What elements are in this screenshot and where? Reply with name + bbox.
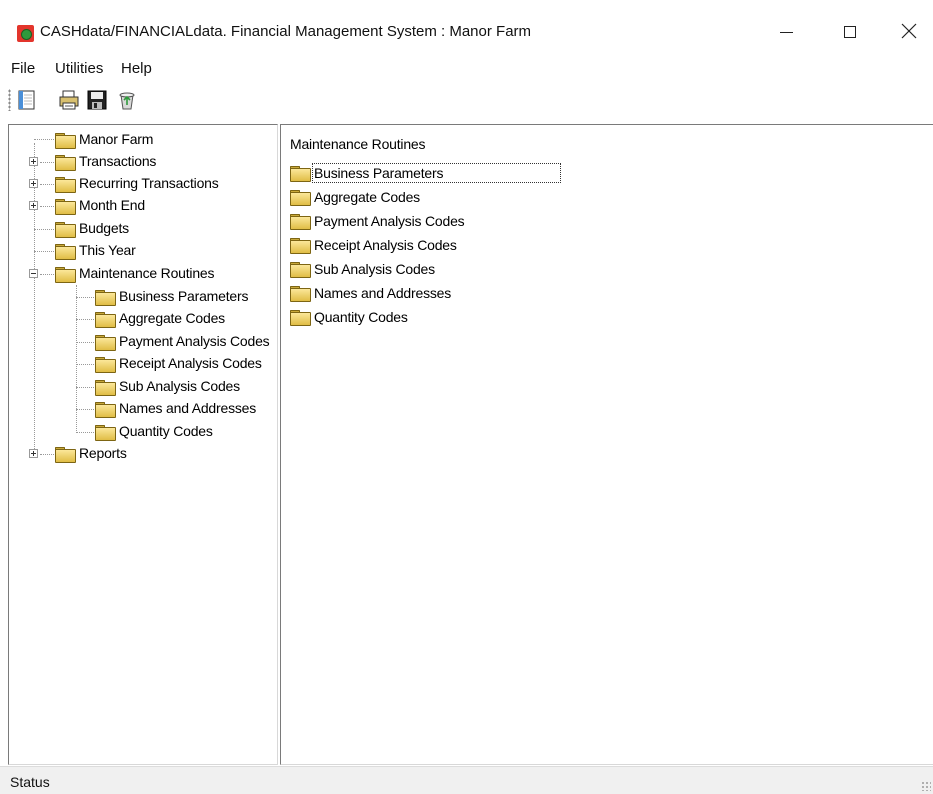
maximize-button[interactable] [827, 15, 873, 49]
save-icon[interactable] [86, 89, 108, 111]
resize-grip-icon[interactable] [921, 781, 931, 791]
tree-connector [34, 143, 35, 455]
list-item-label: Receipt Analysis Codes [314, 237, 457, 253]
close-button[interactable] [886, 15, 932, 49]
tree-connector [40, 184, 54, 185]
toolbar-grip[interactable] [8, 89, 11, 111]
toolbar [0, 83, 933, 119]
tree-connector [76, 285, 77, 433]
folder-icon [95, 335, 116, 351]
tree-connector [76, 409, 94, 410]
tree-connector [40, 274, 54, 275]
folder-icon [55, 199, 76, 215]
status-bar: Status [0, 766, 933, 794]
minimize-icon [780, 32, 793, 33]
folder-icon [95, 402, 116, 418]
folder-icon [290, 238, 311, 254]
list-item-label: Payment Analysis Codes [314, 213, 465, 229]
window-title: CASHdata/FINANCIALdata. Financial Manage… [40, 23, 532, 40]
folder-icon [55, 155, 76, 171]
title-bar: CASHdata/FINANCIALdata. Financial Manage… [0, 0, 933, 56]
folder-icon [290, 166, 311, 182]
folder-icon [290, 214, 311, 230]
expand-month-end-icon[interactable] [29, 201, 38, 210]
tree-item-label: Recurring Transactions [79, 175, 219, 191]
tree-item-label: Names and Addresses [119, 400, 257, 416]
recycle-icon[interactable] [116, 89, 138, 111]
list-item-label: Aggregate Codes [314, 189, 420, 205]
tree-connector [76, 297, 94, 298]
expand-reports-icon[interactable] [29, 449, 38, 458]
folder-icon [290, 190, 311, 206]
status-text: Status [10, 774, 50, 790]
print-icon[interactable] [58, 89, 80, 111]
tree-connector [40, 206, 54, 207]
folder-icon [95, 357, 116, 373]
tree-item-label: Manor Farm [79, 131, 154, 147]
folder-icon [55, 177, 76, 193]
tree-item-label: This Year [79, 242, 136, 258]
maximize-icon [844, 26, 856, 38]
folder-icon [95, 312, 116, 328]
tree-item-label: Receipt Analysis Codes [119, 355, 262, 371]
app-icon[interactable] [17, 25, 34, 42]
list-item-label: Names and Addresses [314, 285, 452, 301]
folder-icon [95, 380, 116, 396]
menu-help[interactable]: Help [121, 60, 152, 77]
navigation-tree[interactable]: Manor Farm Transactions Recurring Transa… [8, 124, 278, 765]
folder-icon [55, 222, 76, 238]
list-item-label: Sub Analysis Codes [314, 261, 435, 277]
close-icon [901, 23, 917, 39]
tree-connector [34, 229, 54, 230]
tree-connector [40, 162, 54, 163]
tree-item-label: Month End [79, 197, 145, 213]
open-folder-icon [55, 267, 76, 283]
menu-utilities[interactable]: Utilities [55, 60, 103, 77]
tree-item-label: Payment Analysis Codes [119, 333, 270, 349]
tree-connector [40, 454, 54, 455]
expand-recurring-transactions-icon[interactable] [29, 179, 38, 188]
folder-icon [290, 310, 311, 326]
new-icon[interactable] [16, 89, 38, 111]
folder-icon [290, 262, 311, 278]
tree-item-label: Transactions [79, 153, 157, 169]
tree-connector [34, 139, 54, 140]
minimize-button[interactable] [764, 15, 810, 49]
list-item-label: Quantity Codes [314, 309, 408, 325]
tree-connector [76, 342, 94, 343]
list-header: Maintenance Routines [290, 136, 426, 152]
tree-item-label: Sub Analysis Codes [119, 378, 240, 394]
tree-item-label: Reports [79, 445, 127, 461]
menu-bar: File Utilities Help [0, 56, 933, 82]
tree-connector [76, 364, 94, 365]
list-item-label: Business Parameters [311, 163, 562, 183]
tree-item-label: Aggregate Codes [119, 310, 225, 326]
tree-item-label: Quantity Codes [119, 423, 213, 439]
folder-icon [95, 425, 116, 441]
tree-connector [76, 432, 94, 433]
menu-file[interactable]: File [11, 60, 35, 77]
tree-item-label: Maintenance Routines [79, 265, 215, 281]
folder-icon [55, 133, 76, 149]
folder-icon [290, 286, 311, 302]
tree-connector [76, 319, 94, 320]
tree-item-label: Business Parameters [119, 288, 249, 304]
folder-icon [55, 244, 76, 260]
expand-transactions-icon[interactable] [29, 157, 38, 166]
tree-item-label: Budgets [79, 220, 129, 236]
collapse-maintenance-routines-icon[interactable] [29, 269, 38, 278]
tree-connector [34, 251, 54, 252]
tree-connector [76, 387, 94, 388]
folder-icon [55, 447, 76, 463]
content-list[interactable]: Maintenance Routines Business Parameters… [280, 124, 933, 765]
folder-icon [95, 290, 116, 306]
